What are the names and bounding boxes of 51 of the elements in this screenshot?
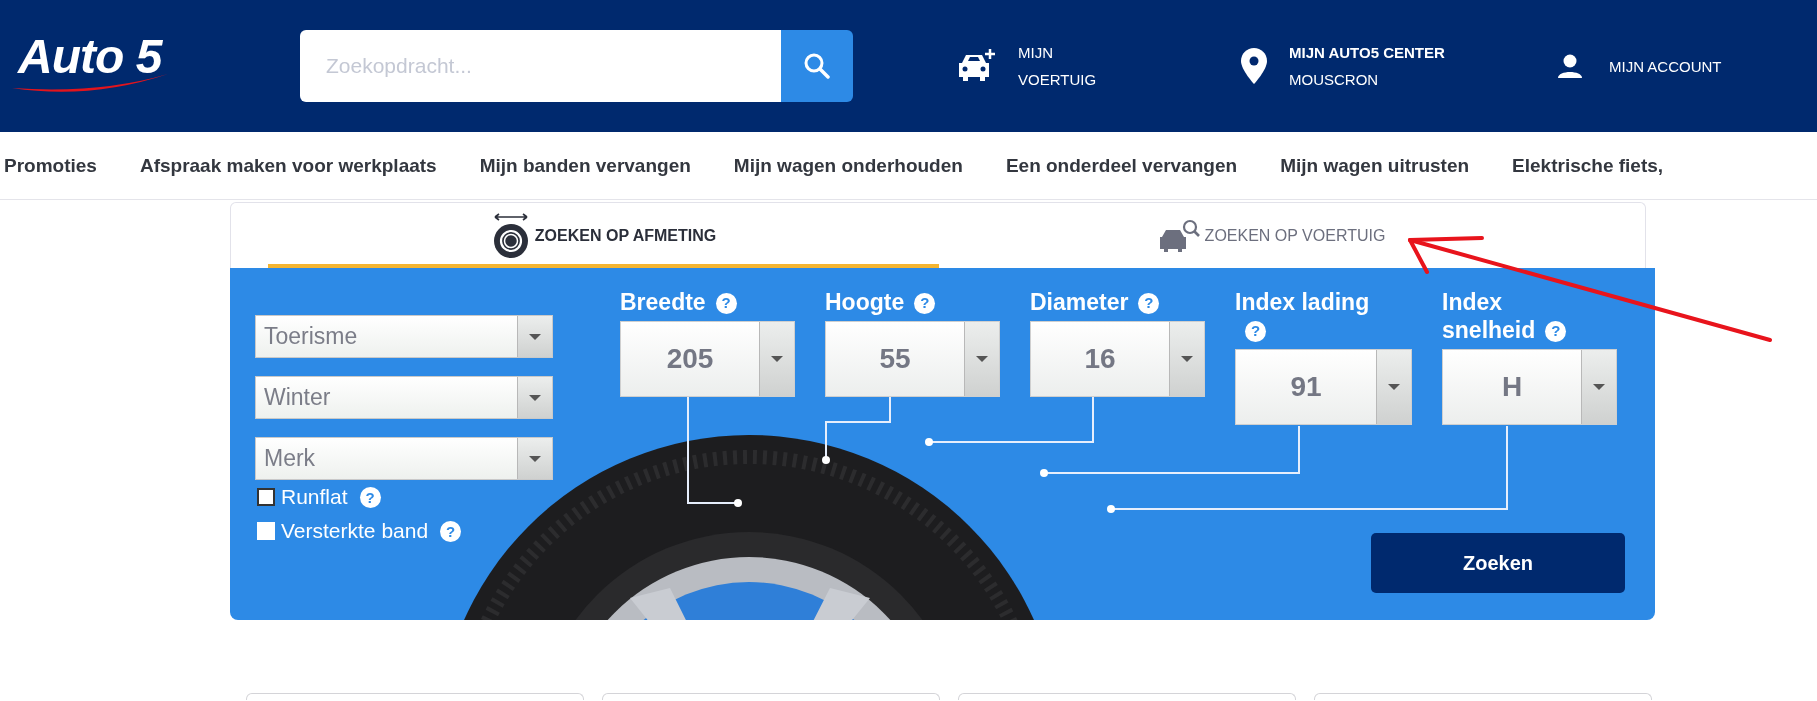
nav-link[interactable]: Promoties [4, 154, 97, 177]
field-label: Hoogte [825, 289, 905, 315]
search-tab[interactable]: ZOEKEN OP VOERTUIG [939, 203, 1645, 268]
dropdown[interactable]: Winter [255, 376, 553, 419]
field-label: Index snelheid [1442, 289, 1536, 343]
nav-link[interactable]: Mijn wagen onderhouden [733, 154, 963, 177]
dropdown[interactable]: 91 [1235, 349, 1412, 425]
person-icon [1558, 54, 1582, 78]
help-icon[interactable]: ? [715, 292, 737, 314]
field-label: Index lading [1235, 289, 1370, 315]
help-icon[interactable]: ? [1245, 320, 1266, 342]
nav-link[interactable]: Mijn banden vervangen [479, 154, 691, 177]
search-icon [804, 53, 830, 79]
caret-icon [771, 356, 783, 362]
help-icon[interactable]: ? [1545, 320, 1567, 342]
dropdown[interactable]: H [1442, 349, 1617, 425]
caret-icon [976, 356, 988, 362]
dropdown[interactable]: Toerisme [255, 315, 553, 358]
field-label: Diameter [1030, 289, 1129, 315]
caret-icon [1181, 356, 1193, 362]
dropdown[interactable]: 205 [620, 321, 795, 397]
help-icon[interactable]: ? [359, 486, 381, 508]
search-button[interactable]: Zoeken [1371, 533, 1625, 593]
car-plus-icon [956, 49, 996, 83]
checkbox-label: Versterkte band [281, 519, 429, 543]
dropdown[interactable]: Merk [255, 437, 553, 480]
logo[interactable]: Auto 5 [10, 32, 300, 82]
nav-link[interactable]: Mijn wagen uitrusten [1280, 154, 1470, 177]
search-button[interactable] [781, 30, 853, 102]
caret-icon [1388, 384, 1400, 390]
nav-link[interactable]: Afspraak maken voor werkplaats [139, 154, 437, 177]
nav-link[interactable]: Elektrische fiets, [1512, 154, 1664, 177]
header-link[interactable]: MIJN ACCOUNT [1609, 52, 1722, 80]
help-icon[interactable]: ? [440, 520, 462, 542]
nav-link[interactable]: Een onderdeel vervangen [1005, 154, 1238, 177]
dropdown[interactable]: 16 [1030, 321, 1205, 397]
caret-icon [1593, 384, 1605, 390]
location-pin-icon [1241, 48, 1267, 84]
header-link[interactable]: MIJN AUTO5 CENTER MOUSCRON [1289, 39, 1445, 93]
caret-icon [529, 333, 541, 340]
field-label: Breedte [620, 289, 706, 315]
checkbox-label: Runflat [281, 485, 348, 509]
header-link[interactable]: MIJN VOERTUIG [1018, 39, 1097, 93]
car-search-icon [1158, 218, 1201, 253]
caret-icon [529, 394, 541, 401]
search-field[interactable]: Zoekopdracht... [300, 30, 781, 102]
help-icon[interactable]: ? [1138, 292, 1160, 314]
checkbox[interactable] [257, 488, 275, 506]
help-icon[interactable]: ? [914, 292, 936, 314]
dropdown[interactable]: 55 [825, 321, 1000, 397]
caret-icon [529, 455, 541, 462]
